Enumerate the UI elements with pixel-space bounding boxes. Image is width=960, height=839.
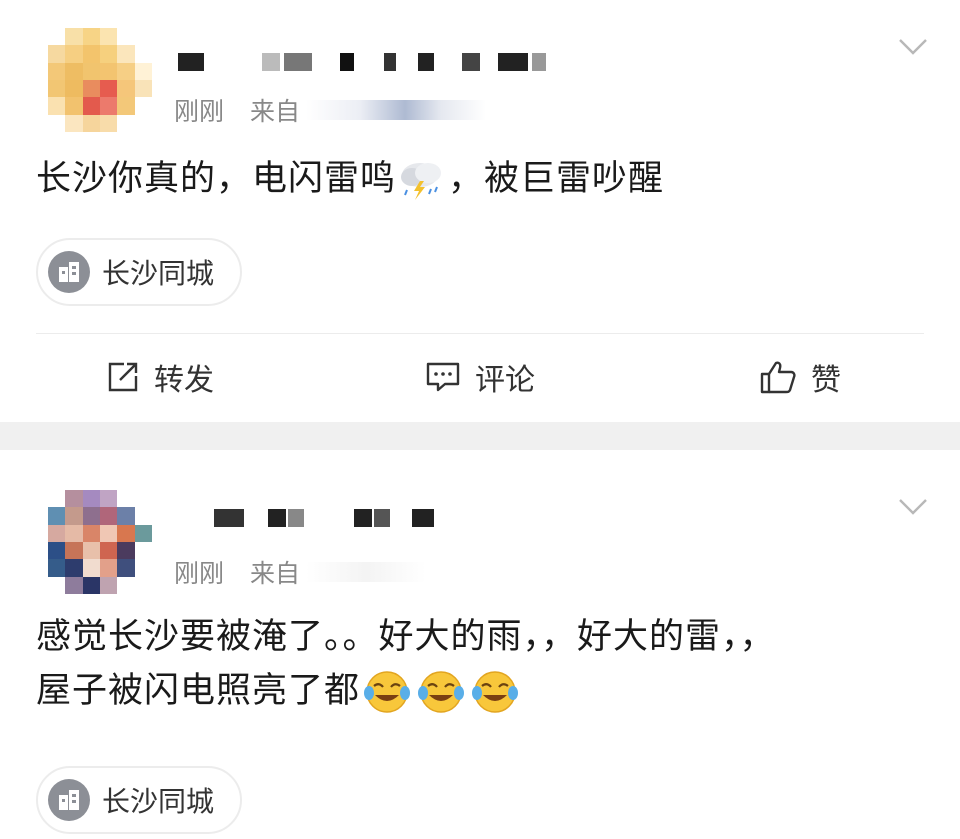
- post-text-line: 感觉长沙要被淹了。。好大的雨，，好大的雷，，: [36, 617, 776, 657]
- crying-laugh-emoji: [472, 671, 519, 713]
- city-building-icon: [48, 779, 90, 821]
- thumbs-up-icon: [760, 361, 796, 394]
- post-text: 长沙你真的，电闪雷鸣 ，被巨雷吵醒: [36, 152, 920, 206]
- post-time: 刚刚: [174, 97, 225, 126]
- post-meta: 刚刚 来自: [174, 92, 487, 128]
- avatar-mosaic: [48, 490, 152, 594]
- comment-icon: [426, 362, 460, 392]
- avatar[interactable]: [48, 28, 152, 132]
- repost-label: 转发: [154, 363, 214, 398]
- avatar[interactable]: [48, 490, 152, 594]
- topic-label: 长沙同城: [102, 257, 215, 290]
- avatar-mosaic: [48, 28, 152, 132]
- comment-button[interactable]: 评论: [320, 340, 640, 414]
- chevron-down-icon[interactable]: [896, 490, 930, 524]
- post-text: 感觉长沙要被淹了。。好大的雨，，好大的雷，， 屋子被闪电照亮了都: [36, 610, 920, 718]
- chevron-down-icon[interactable]: [896, 30, 930, 64]
- topic-tag[interactable]: 长沙同城: [36, 238, 243, 306]
- post-meta: 刚刚 来自: [174, 554, 427, 590]
- share-icon: [108, 362, 138, 392]
- comment-label: 评论: [475, 363, 535, 398]
- topic-label: 长沙同城: [102, 785, 215, 818]
- post-text-line-2: 屋子被闪电照亮了都: [36, 664, 920, 718]
- city-building-icon: [48, 251, 90, 293]
- thunderstorm-emoji: [401, 163, 442, 200]
- like-label: 赞: [811, 363, 841, 398]
- feed-separator: [0, 422, 960, 450]
- action-bar: 转发 评论 赞: [0, 340, 960, 414]
- crying-laugh-emoji: [418, 671, 465, 713]
- post-source-redacted: [306, 100, 487, 120]
- post-card: 刚刚 来自 感觉长沙要被淹了。。好大的雨，，好大的雷，， 屋子被闪电照亮了都 长…: [0, 450, 960, 839]
- crying-laugh-emoji: [364, 671, 411, 713]
- repost-button[interactable]: 转发: [0, 340, 320, 414]
- post-source-prefix: 来自: [250, 97, 301, 126]
- like-button[interactable]: 赞: [640, 340, 960, 414]
- post-source-redacted: [306, 562, 427, 582]
- divider: [36, 333, 924, 334]
- post-text-part: 长沙你真的，电闪雷鸣: [36, 159, 397, 199]
- post-text-part: ，被巨雷吵醒: [448, 159, 665, 199]
- username-redacted[interactable]: [178, 44, 546, 80]
- post-card: 刚刚 来自 长沙你真的，电闪雷鸣 ，被巨雷吵醒 长沙同城 转发 评论 赞: [0, 0, 960, 422]
- post-text-part: 屋子被闪电照亮了都: [36, 671, 361, 711]
- username-redacted[interactable]: [214, 500, 434, 536]
- post-source-prefix: 来自: [250, 559, 301, 588]
- topic-tag[interactable]: 长沙同城: [36, 766, 243, 834]
- post-time: 刚刚: [174, 559, 225, 588]
